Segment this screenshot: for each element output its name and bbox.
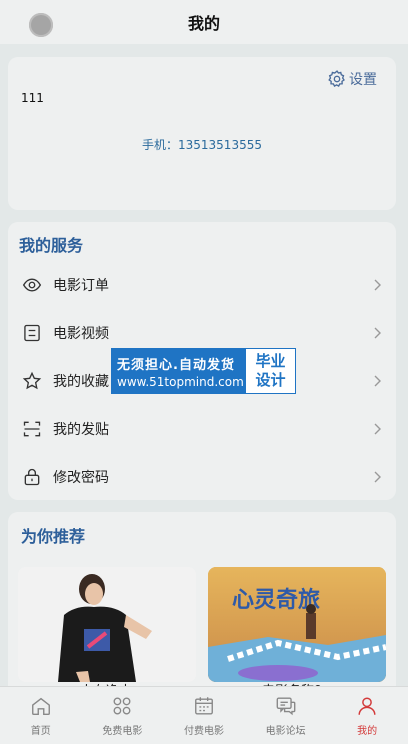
service-label: 我的收藏 — [53, 374, 109, 390]
service-label: 修改密码 — [53, 470, 109, 486]
tab-free-movies[interactable]: 免费电影 — [82, 687, 164, 744]
back-button[interactable] — [29, 13, 53, 37]
tab-home[interactable]: 首页 — [0, 687, 82, 744]
lock-icon — [21, 466, 43, 488]
video-icon — [21, 322, 43, 344]
calendar-icon — [195, 697, 213, 715]
home-icon — [31, 697, 50, 715]
chevron-right-icon — [374, 279, 381, 291]
recommend-poster-1[interactable] — [18, 567, 196, 682]
scan-icon — [21, 418, 43, 440]
page-title: 我的 — [187, 14, 220, 33]
services-title: 我的服务 — [19, 236, 84, 255]
service-item-movie-orders[interactable]: 电影订单 — [8, 261, 396, 309]
watermark-url: www.51topmind.com — [117, 374, 244, 389]
tab-paid-movies[interactable]: 付费电影 — [163, 687, 245, 744]
tab-forum[interactable]: 电影论坛 — [245, 687, 327, 744]
service-label: 电影视频 — [53, 326, 109, 342]
tab-label: 首页 — [30, 726, 51, 737]
watermark-slogan: 无须担心.自动发货 — [117, 357, 235, 373]
profile-card: 设置 111 手机：13513513555 — [8, 57, 396, 210]
recommend-poster-2[interactable]: 心灵奇旅 — [208, 567, 386, 682]
grid-icon — [113, 697, 131, 715]
tab-label: 电影论坛 — [265, 726, 306, 737]
phone-number: 手机：13513513555 — [142, 138, 262, 152]
tab-bar: 首页 免费电影 付费电影 电影论坛 我的 — [0, 686, 408, 744]
tab-label: 我的 — [357, 726, 378, 737]
service-label: 我的发贴 — [53, 422, 109, 438]
chat-icon — [276, 697, 295, 716]
tab-label: 免费电影 — [102, 726, 143, 737]
watermark-banner: 无须担心.自动发货 www.51topmind.com 毕业 设计 — [111, 348, 296, 394]
watermark-left: 无须担心.自动发货 www.51topmind.com — [112, 349, 246, 393]
chevron-right-icon — [374, 327, 381, 339]
eye-icon — [21, 274, 43, 296]
chevron-right-icon — [374, 423, 381, 435]
user-icon — [358, 697, 376, 715]
gear-icon — [328, 70, 345, 88]
watermark-right: 毕业 设计 — [246, 349, 295, 393]
watermark-text-1: 毕业 — [255, 352, 286, 370]
star-icon — [21, 370, 43, 392]
chevron-right-icon — [374, 471, 381, 483]
poster-image — [18, 567, 196, 682]
settings-button[interactable]: 设置 — [327, 69, 377, 89]
poster-image: 心灵奇旅 — [208, 567, 386, 682]
recommend-title: 为你推荐 — [21, 527, 86, 546]
header: 我的 — [0, 0, 408, 44]
service-item-change-password[interactable]: 修改密码 — [8, 453, 396, 501]
watermark-text-2: 设计 — [255, 371, 286, 389]
service-item-my-posts[interactable]: 我的发贴 — [8, 405, 396, 453]
chevron-right-icon — [374, 375, 381, 387]
settings-label: 设置 — [349, 72, 377, 88]
tab-mine[interactable]: 我的 — [326, 687, 408, 744]
service-label: 电影订单 — [53, 278, 109, 294]
tab-label: 付费电影 — [183, 726, 224, 737]
username: 111 — [21, 91, 44, 105]
